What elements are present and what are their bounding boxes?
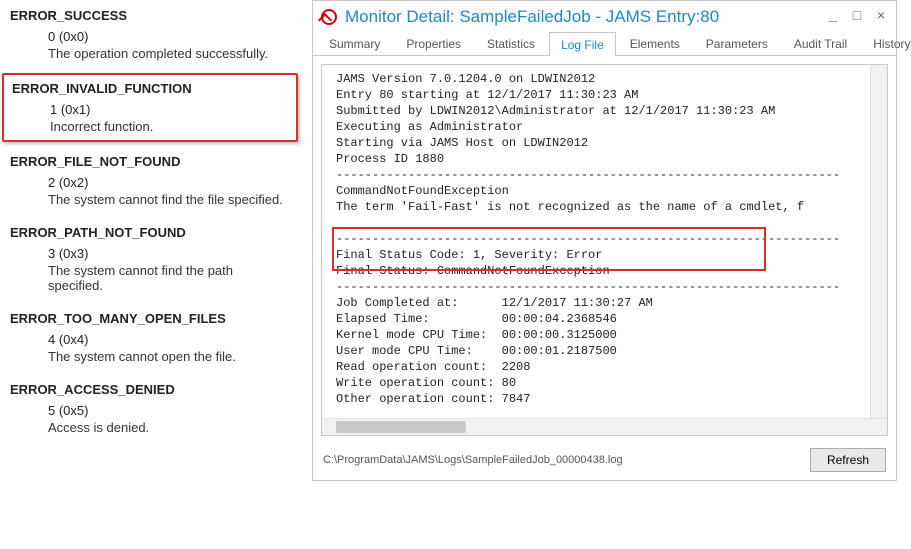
error-description: The system cannot find the path specifie… xyxy=(48,263,290,293)
horizontal-scrollbar[interactable] xyxy=(322,418,887,435)
minimize-button[interactable]: _ xyxy=(826,9,840,25)
error-title: ERROR_PATH_NOT_FOUND xyxy=(10,225,290,240)
app-icon xyxy=(321,9,337,25)
log-text: JAMS Version 7.0.1204.0 on LDWIN2012 Ent… xyxy=(322,65,887,413)
refresh-button[interactable]: Refresh xyxy=(810,448,886,472)
error-title: ERROR_ACCESS_DENIED xyxy=(10,382,290,397)
error-code: 2 (0x2) xyxy=(48,175,290,190)
error-description: The system cannot find the file specifie… xyxy=(48,192,290,207)
error-code-list: ERROR_SUCCESS 0 (0x0) The operation comple… xyxy=(0,0,300,453)
error-description: Access is denied. xyxy=(48,420,290,435)
tab-audit-trail[interactable]: Audit Trail xyxy=(782,31,859,55)
scroll-thumb[interactable] xyxy=(336,421,466,433)
close-button[interactable]: × xyxy=(874,9,888,25)
tab-history[interactable]: History xyxy=(861,31,911,55)
log-viewer[interactable]: JAMS Version 7.0.1204.0 on LDWIN2012 Ent… xyxy=(321,64,888,436)
tab-statistics[interactable]: Statistics xyxy=(475,31,547,55)
error-block: ERROR_SUCCESS 0 (0x0) The operation comple… xyxy=(10,8,290,61)
error-description: Incorrect function. xyxy=(50,119,288,134)
error-description: The operation completed successfully. xyxy=(48,46,290,61)
error-title: ERROR_FILE_NOT_FOUND xyxy=(10,154,290,169)
error-block: ERROR_TOO_MANY_OPEN_FILES 4 (0x4) The syst… xyxy=(10,311,290,364)
tab-strip: SummaryPropertiesStatisticsLog FileEleme… xyxy=(313,31,896,56)
error-title: ERROR_TOO_MANY_OPEN_FILES xyxy=(10,311,290,326)
error-block: ERROR_FILE_NOT_FOUND 2 (0x2) The system ca… xyxy=(10,154,290,207)
error-block: ERROR_ACCESS_DENIED 5 (0x5) Access is deni… xyxy=(10,382,290,435)
error-block: ERROR_PATH_NOT_FOUND 3 (0x3) The system ca… xyxy=(10,225,290,293)
error-block: ERROR_INVALID_FUNCTION 1 (0x1) Incorrect f… xyxy=(2,73,298,142)
error-title: ERROR_INVALID_FUNCTION xyxy=(12,81,288,96)
tab-elements[interactable]: Elements xyxy=(618,31,692,55)
window-title: Monitor Detail: SampleFailedJob - JAMS E… xyxy=(345,7,818,27)
error-description: The system cannot open the file. xyxy=(48,349,290,364)
error-code: 4 (0x4) xyxy=(48,332,290,347)
tab-parameters[interactable]: Parameters xyxy=(694,31,780,55)
tab-log-file[interactable]: Log File xyxy=(549,32,616,56)
maximize-button[interactable]: □ xyxy=(850,9,864,25)
dialog-footer: C:\ProgramData\JAMS\Logs\SampleFailedJob… xyxy=(313,444,896,480)
vertical-scrollbar[interactable] xyxy=(870,65,887,419)
tab-properties[interactable]: Properties xyxy=(394,31,473,55)
titlebar[interactable]: Monitor Detail: SampleFailedJob - JAMS E… xyxy=(313,1,896,31)
error-title: ERROR_SUCCESS xyxy=(10,8,290,23)
error-code: 3 (0x3) xyxy=(48,246,290,261)
error-code: 5 (0x5) xyxy=(48,403,290,418)
error-code: 1 (0x1) xyxy=(50,102,288,117)
error-code: 0 (0x0) xyxy=(48,29,290,44)
monitor-detail-dialog[interactable]: Monitor Detail: SampleFailedJob - JAMS E… xyxy=(312,0,897,481)
log-file-path: C:\ProgramData\JAMS\Logs\SampleFailedJob… xyxy=(323,454,802,466)
tab-summary[interactable]: Summary xyxy=(317,31,392,55)
